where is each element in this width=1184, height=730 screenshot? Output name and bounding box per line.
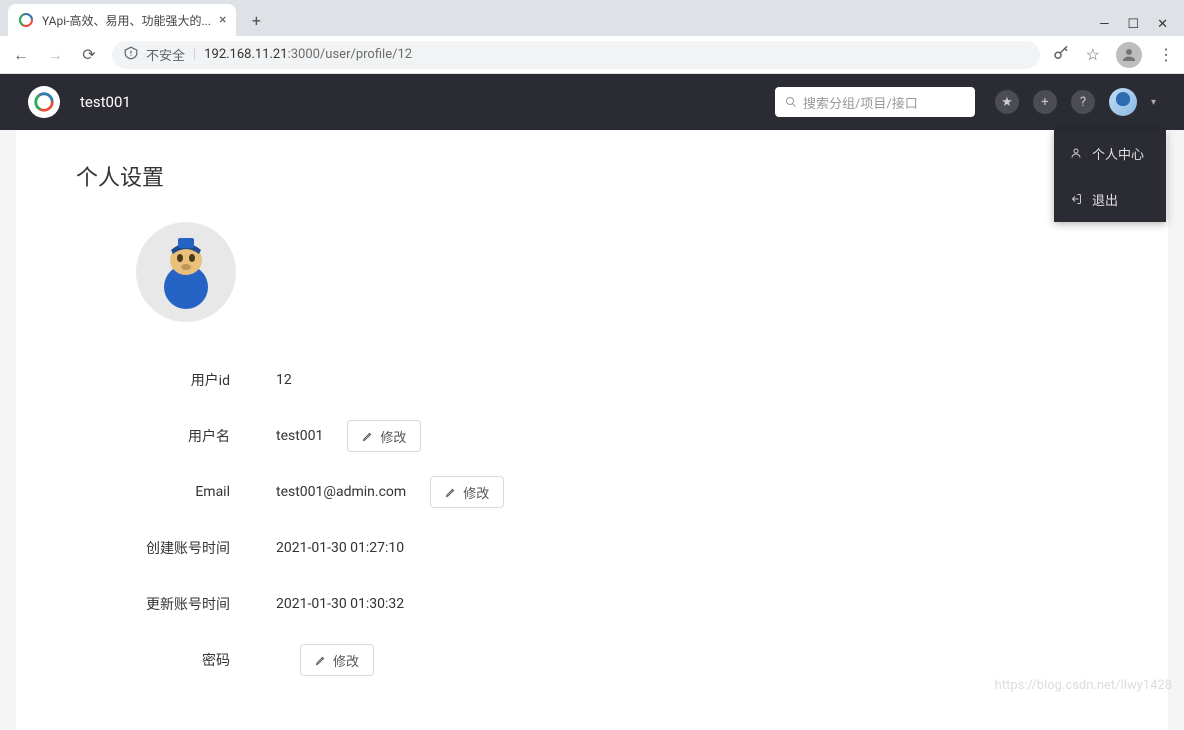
header-icons: ★ + ? ▾	[995, 88, 1156, 116]
edit-icon	[445, 486, 457, 498]
address-field[interactable]: 不安全 | 192.168.11.21:3000/user/profile/12	[112, 41, 1040, 69]
reload-button[interactable]: ⟳	[78, 45, 100, 64]
app-logo[interactable]	[28, 86, 60, 118]
new-tab-button[interactable]: +	[242, 6, 270, 34]
tab-close-icon[interactable]: ×	[219, 12, 226, 28]
maximize-icon[interactable]: ☐	[1127, 17, 1139, 32]
plus-icon[interactable]: +	[1033, 90, 1057, 114]
edit-email-button[interactable]: 修改	[430, 476, 504, 508]
edit-icon	[315, 654, 327, 666]
browser-chrome: YApi-高效、易用、功能强大的... × + — ☐ ✕ ← → ⟳ 不安全 …	[0, 0, 1184, 74]
minimize-icon[interactable]: —	[1099, 17, 1109, 32]
star-icon[interactable]: ★	[995, 90, 1019, 114]
field-created: 创建账号时间 2021-01-30 01:27:10	[76, 520, 1108, 576]
field-email: Email test001@admin.com 修改	[76, 464, 1108, 520]
label-user-id: 用户id	[76, 370, 276, 390]
key-icon[interactable]	[1052, 44, 1070, 66]
value-email: test001@admin.com	[276, 484, 430, 500]
help-icon[interactable]: ?	[1071, 90, 1095, 114]
search-placeholder: 搜索分组/项目/接口	[803, 93, 918, 112]
label-updated: 更新账号时间	[76, 594, 276, 614]
chrome-right-icons: ☆ ⋮	[1052, 42, 1174, 68]
app-header: test001 搜索分组/项目/接口 ★ + ? ▾ 个人中心 退出	[0, 74, 1184, 130]
page-content: 个人设置 用户id 12 用户名 test001 修改 Email test00…	[16, 130, 1168, 730]
label-created: 创建账号时间	[76, 538, 276, 558]
address-bar: ← → ⟳ 不安全 | 192.168.11.21:3000/user/prof…	[0, 36, 1184, 74]
close-window-icon[interactable]: ✕	[1157, 17, 1168, 32]
dropdown-profile[interactable]: 个人中心	[1054, 130, 1166, 176]
label-username: 用户名	[76, 426, 276, 446]
tab-bar: YApi-高效、易用、功能强大的... × + — ☐ ✕	[0, 0, 1184, 36]
search-icon	[785, 96, 797, 108]
value-created: 2021-01-30 01:27:10	[276, 540, 428, 556]
bookmark-star-icon[interactable]: ☆	[1086, 45, 1100, 64]
page-title: 个人设置	[76, 160, 1108, 192]
dropdown-logout[interactable]: 退出	[1054, 176, 1166, 222]
chevron-down-icon[interactable]: ▾	[1151, 97, 1156, 108]
value-user-id: 12	[276, 372, 316, 388]
tab-favicon	[18, 12, 34, 28]
not-secure-label: 不安全	[146, 45, 185, 64]
avatar[interactable]	[136, 222, 236, 322]
field-updated: 更新账号时间 2021-01-30 01:30:32	[76, 576, 1108, 632]
field-password: 密码 修改	[76, 632, 1108, 688]
user-avatar[interactable]	[1109, 88, 1137, 116]
search-input[interactable]: 搜索分组/项目/接口	[775, 87, 975, 117]
logout-icon	[1070, 193, 1082, 205]
chrome-menu-icon[interactable]: ⋮	[1158, 45, 1174, 64]
profile-avatar-icon[interactable]	[1116, 42, 1142, 68]
label-password: 密码	[76, 650, 276, 670]
value-username: test001	[276, 428, 347, 444]
value-updated: 2021-01-30 01:30:32	[276, 596, 428, 612]
user-icon	[1070, 147, 1082, 159]
edit-icon	[362, 430, 374, 442]
edit-username-button[interactable]: 修改	[347, 420, 421, 452]
label-email: Email	[76, 484, 276, 500]
tab-title: YApi-高效、易用、功能强大的...	[42, 12, 211, 29]
breadcrumb[interactable]: test001	[80, 93, 131, 111]
browser-tab[interactable]: YApi-高效、易用、功能强大的... ×	[8, 4, 236, 36]
edit-password-button[interactable]: 修改	[300, 644, 374, 676]
field-username: 用户名 test001 修改	[76, 408, 1108, 464]
not-secure-icon	[124, 46, 138, 64]
field-user-id: 用户id 12	[76, 352, 1108, 408]
window-controls: — ☐ ✕	[1099, 17, 1184, 36]
user-dropdown: 个人中心 退出	[1054, 130, 1166, 222]
url-text: 192.168.11.21:3000/user/profile/12	[204, 47, 412, 62]
forward-button[interactable]: →	[44, 45, 66, 65]
back-button[interactable]: ←	[10, 45, 32, 65]
